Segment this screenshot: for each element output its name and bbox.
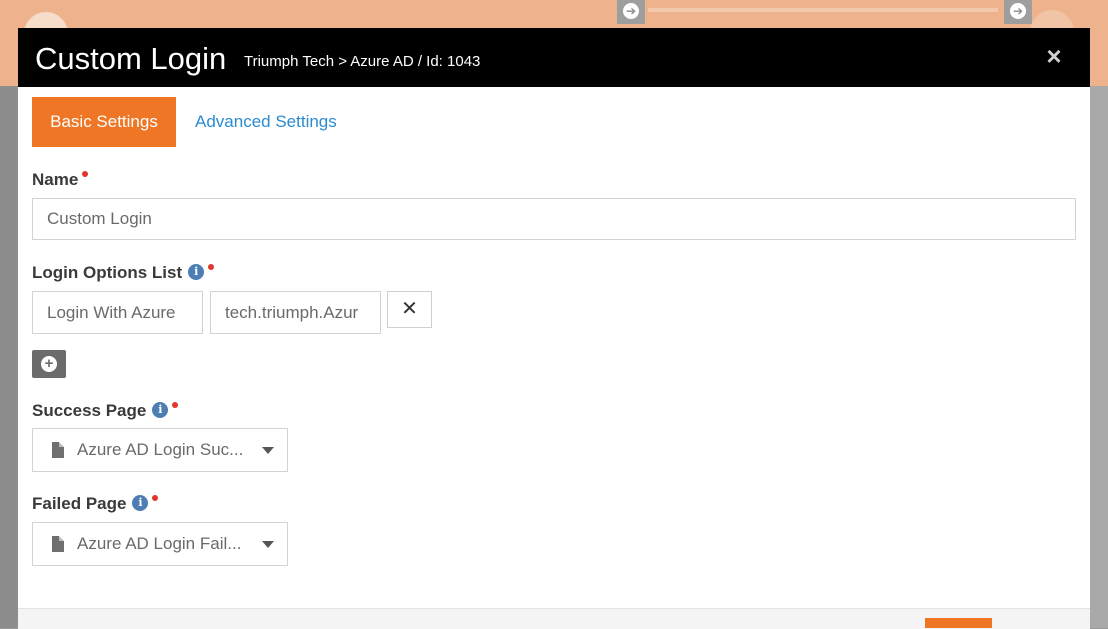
modal-breadcrumb: Triumph Tech > Azure AD / Id: 1043 xyxy=(244,53,481,70)
caret-down-icon xyxy=(262,541,274,548)
required-indicator xyxy=(152,495,159,501)
failed-page-value: Azure AD Login Fail... xyxy=(77,534,242,553)
name-label: Name xyxy=(32,169,89,191)
save-button[interactable] xyxy=(925,618,992,628)
success-page-label: Success Page i xyxy=(32,400,179,422)
tab-basic-settings[interactable]: Basic Settings xyxy=(32,97,176,147)
info-icon[interactable]: i xyxy=(188,264,205,281)
plus-circle-icon: + xyxy=(41,356,57,372)
info-icon[interactable]: i xyxy=(132,495,149,512)
failed-page-picker[interactable]: Azure AD Login Fail... xyxy=(32,522,288,566)
failed-page-label: Failed Page i xyxy=(32,493,159,515)
login-options-label: Login Options List i xyxy=(32,262,215,284)
modal-title: Custom Login xyxy=(35,41,227,76)
add-option-button[interactable]: + xyxy=(32,350,66,378)
name-input[interactable]: Custom Login xyxy=(32,198,1076,240)
close-icon[interactable]: × xyxy=(1042,43,1066,69)
required-indicator xyxy=(208,264,215,270)
remove-option-button[interactable]: ✕ xyxy=(387,291,432,328)
background-zone-rail xyxy=(648,8,998,12)
modal-header: Custom Login Triumph Tech > Azure AD / I… xyxy=(18,28,1090,87)
file-icon xyxy=(52,442,64,458)
zone-arrow-icon[interactable]: ➔ xyxy=(617,0,645,24)
info-icon[interactable]: i xyxy=(152,402,169,419)
success-page-value: Azure AD Login Suc... xyxy=(77,440,244,459)
caret-down-icon xyxy=(262,447,274,454)
background-sidebar xyxy=(0,86,18,628)
tab-advanced-settings[interactable]: Advanced Settings xyxy=(195,97,337,147)
login-option-key-input[interactable]: Login With Azure xyxy=(32,291,203,334)
success-page-picker[interactable]: Azure AD Login Suc... xyxy=(32,428,288,472)
required-indicator xyxy=(172,402,179,408)
login-option-value-input[interactable]: tech.triumph.Azur xyxy=(210,291,381,334)
file-icon xyxy=(52,536,64,552)
required-indicator xyxy=(82,171,89,177)
zone-arrow-icon[interactable]: ➔ xyxy=(1004,0,1032,24)
close-icon: ✕ xyxy=(401,298,418,320)
custom-login-modal: Custom Login Triumph Tech > Azure AD / I… xyxy=(18,28,1090,629)
